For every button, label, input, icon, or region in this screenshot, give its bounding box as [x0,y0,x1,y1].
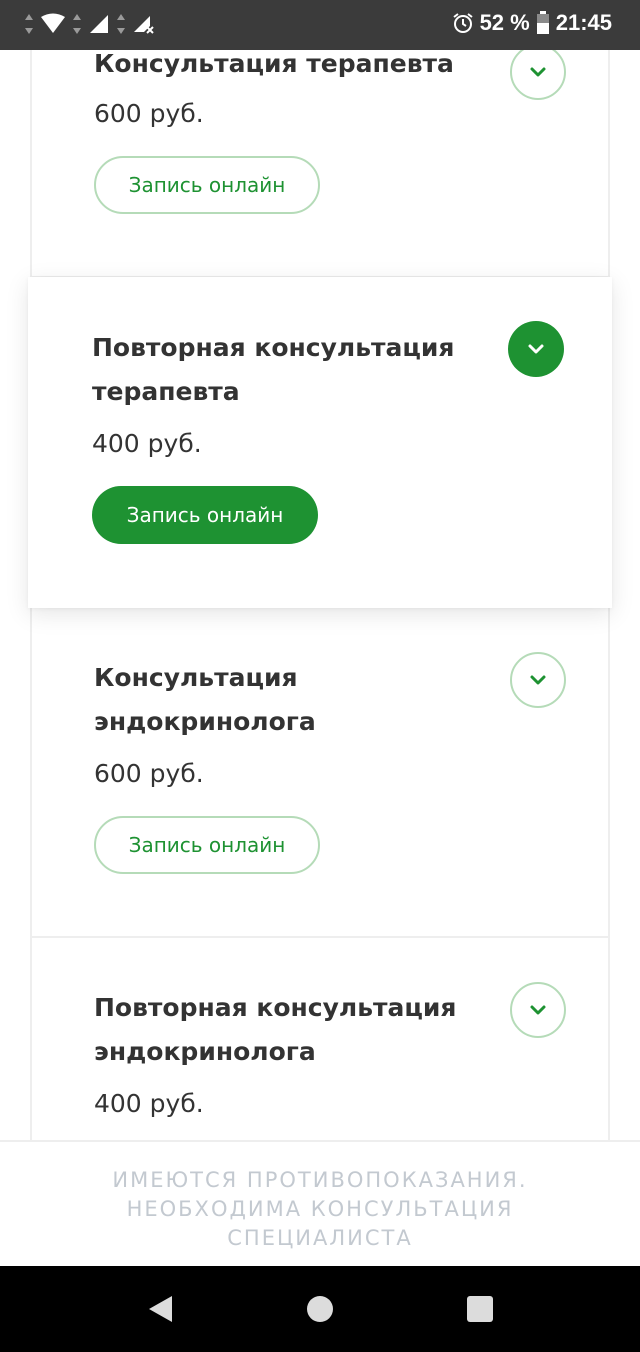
status-bar: 52 % 21:45 [0,0,640,50]
service-card-active: Повторная консультация терапевта 400 руб… [28,277,612,608]
back-triangle-icon [149,1296,172,1322]
data-transfer-icon [117,14,125,34]
back-button[interactable] [143,1292,177,1326]
service-card: Повторная консультация эндокринолога 400… [30,938,610,1140]
home-button[interactable] [303,1292,337,1326]
data-transfer-icon [73,14,81,34]
data-transfer-icon [25,14,33,34]
contraindications-disclaimer: ИМЕЮТСЯ ПРОТИВОПОКАЗАНИЯ. НЕОБХОДИМА КОН… [0,1140,640,1266]
status-icons-right: 52 % 21:45 [452,10,612,36]
wifi-icon [41,13,65,33]
clock: 21:45 [555,10,612,35]
service-price: 600 руб. [94,759,204,788]
battery-percent: 52 % [479,10,530,35]
recents-button[interactable] [463,1292,497,1326]
signal-icon [90,15,108,33]
chevron-down-icon [528,344,544,354]
services-list[interactable]: Консультация терапевта 600 руб. Запись о… [0,50,640,1140]
service-price: 400 руб. [92,429,202,458]
expand-toggle-button[interactable] [510,50,566,100]
service-price: 600 руб. [94,99,204,128]
alarm-icon [452,13,473,33]
service-title: Повторная консультация эндокринолога [94,993,457,1066]
chevron-down-icon [530,1005,546,1015]
service-card: Консультация эндокринолога 600 руб. Запи… [30,608,610,938]
service-title: Повторная консультация терапевта [92,333,455,406]
navigation-bar [0,1266,640,1352]
battery-icon [536,11,549,34]
expand-toggle-button[interactable] [510,652,566,708]
service-card: Консультация терапевта 600 руб. Запись о… [30,50,610,278]
book-online-button[interactable]: Запись онлайн [94,156,320,214]
signal-no-sim-icon [134,16,154,34]
disclaimer-text: ИМЕЮТСЯ ПРОТИВОПОКАЗАНИЯ. НЕОБХОДИМА КОН… [112,1168,528,1250]
service-title: Консультация эндокринолога [94,663,316,736]
book-online-button[interactable]: Запись онлайн [94,816,320,874]
status-icons-left [24,12,156,36]
book-online-button[interactable]: Запись онлайн [92,486,318,544]
home-circle-icon [307,1296,333,1322]
recents-square-icon [467,1296,493,1322]
chevron-down-icon [530,675,546,685]
expand-toggle-button[interactable] [510,982,566,1038]
service-title: Консультация терапевта [94,50,454,78]
service-price: 400 руб. [94,1089,204,1118]
expand-toggle-button[interactable] [508,321,564,377]
chevron-down-icon [530,67,546,77]
